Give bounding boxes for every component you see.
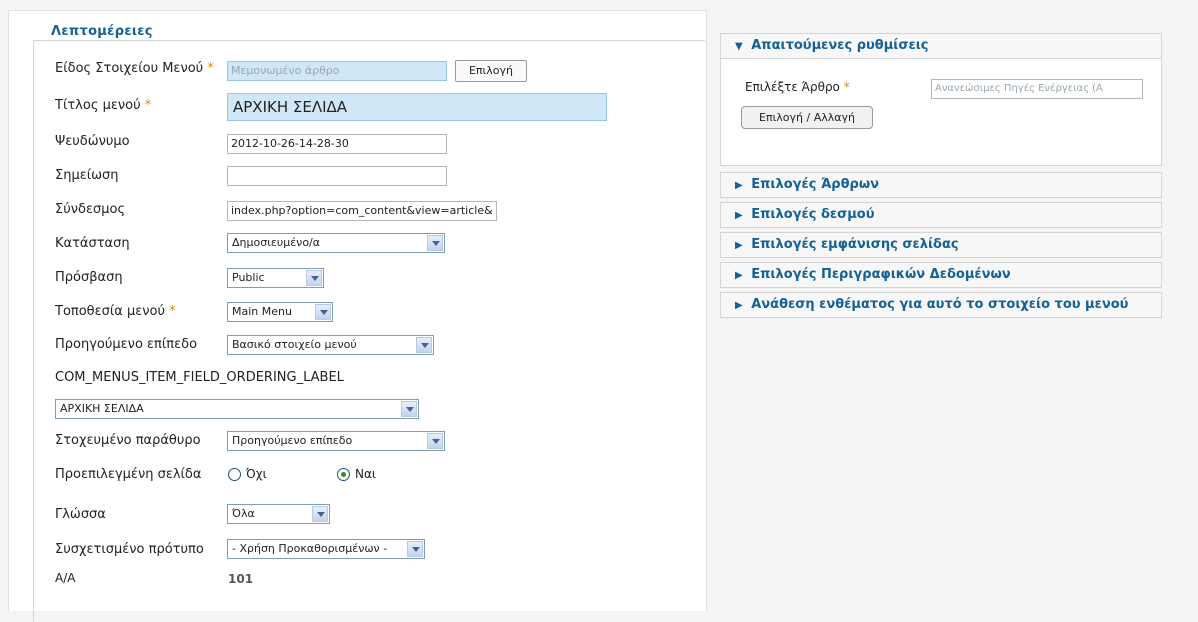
link-input[interactable]: index.php?option=com_content&view=articl… xyxy=(227,201,497,221)
chevron-down-icon[interactable] xyxy=(315,304,331,320)
title-input[interactable]: ΑΡΧΙΚΗ ΣΕΛΙΔΑ xyxy=(227,93,607,121)
menu-type-label: Είδος Στοιχείου Μενού * xyxy=(55,61,214,76)
status-label: Κατάσταση xyxy=(55,236,130,251)
required-settings-panel: ▼ Απαιτούμενες ρυθμίσεις Επιλέξτε Άρθρο … xyxy=(720,33,1162,166)
select-article-label: Επιλέξτε Άρθρο * xyxy=(745,80,850,94)
required-settings-header[interactable]: ▼ Απαιτούμενες ρυθμίσεις xyxy=(721,34,1161,59)
required-star: * xyxy=(169,304,176,319)
panel-title: Ανάθεση ενθέματος για αυτό το στοιχείο τ… xyxy=(751,297,1129,312)
template-select[interactable]: - Χρήση Προκαθορισμένων - xyxy=(227,539,425,559)
alias-label: Ψευδώνυμο xyxy=(55,134,130,149)
access-select[interactable]: Public xyxy=(227,268,324,288)
menu-type-label-text: Είδος Στοιχείου Μενού xyxy=(55,61,204,76)
select-article-label-text: Επιλέξτε Άρθρο xyxy=(745,80,840,94)
template-label: Συσχετισμένο πρότυπο xyxy=(55,542,204,557)
required-settings-title: Απαιτούμενες ρυθμίσεις xyxy=(751,38,929,53)
ordering-select[interactable]: ΑΡΧΙΚΗ ΣΕΛΙΔΑ xyxy=(55,399,419,419)
link-options-panel[interactable]: ▶ Επιλογές δεσμού xyxy=(720,202,1162,228)
triangle-right-icon: ▶ xyxy=(735,210,743,221)
ordering-label: COM_MENUS_ITEM_FIELD_ORDERING_LABEL xyxy=(55,370,344,385)
parent-label: Προηγούμενο επίπεδο xyxy=(55,337,198,352)
target-label: Στοχευμένο παράθυρο xyxy=(55,433,201,448)
menu-location-select[interactable]: Main Menu xyxy=(227,302,333,322)
title-label: Τίτλος μενού * xyxy=(55,98,151,113)
panel-title: Επιλογές Άρθρων xyxy=(751,177,880,192)
language-select-value: Όλα xyxy=(232,507,255,520)
default-no-radio[interactable] xyxy=(228,468,241,481)
link-label: Σύνδεσμος xyxy=(55,202,126,217)
parent-select-value: Βασικό στοιχείο μενού xyxy=(232,338,357,351)
menu-type-field: Μεμονωμένο άρθρο xyxy=(227,61,447,81)
triangle-right-icon: ▶ xyxy=(735,300,743,311)
chevron-down-icon[interactable] xyxy=(401,401,417,417)
access-label: Πρόσβαση xyxy=(55,270,123,285)
target-select-value: Προηγούμενο επίπεδο xyxy=(232,434,353,447)
alias-input[interactable]: 2012-10-26-14-28-30 xyxy=(227,134,447,154)
fieldset-border-left xyxy=(33,40,34,622)
chevron-down-icon[interactable] xyxy=(306,270,322,286)
language-select[interactable]: Όλα xyxy=(227,504,330,524)
metadata-options-panel[interactable]: ▶ Επιλογές Περιγραφικών Δεδομένων xyxy=(720,262,1162,288)
default-yes-label: Ναι xyxy=(355,467,376,481)
triangle-right-icon: ▶ xyxy=(735,240,743,251)
menu-location-label-text: Τοποθεσία μενού xyxy=(55,304,166,319)
page-display-options-panel[interactable]: ▶ Επιλογές εμφάνισης σελίδας xyxy=(720,232,1162,258)
template-select-value: - Χρήση Προκαθορισμένων - xyxy=(232,542,388,555)
select-change-button[interactable]: Επιλογή / Αλλαγή xyxy=(741,106,873,129)
triangle-right-icon: ▶ xyxy=(735,180,743,191)
details-legend: Λεπτομέρειες xyxy=(47,24,157,39)
article-options-panel[interactable]: ▶ Επιλογές Άρθρων xyxy=(720,172,1162,198)
menu-location-label: Τοποθεσία μενού * xyxy=(55,304,176,319)
triangle-down-icon: ▼ xyxy=(735,41,743,52)
note-input[interactable] xyxy=(227,166,447,186)
access-select-value: Public xyxy=(232,271,265,284)
chevron-down-icon[interactable] xyxy=(312,506,328,522)
status-select-value: Δημοσιευμένο/α xyxy=(232,236,321,249)
selected-article-field: Ανανεώσιμες Πηγές Ενέργειας (Α xyxy=(931,79,1143,99)
parent-select[interactable]: Βασικό στοιχείο μενού xyxy=(227,335,434,355)
title-label-text: Τίτλος μενού xyxy=(55,98,141,113)
menu-location-select-value: Main Menu xyxy=(232,305,292,318)
chevron-down-icon[interactable] xyxy=(427,235,443,251)
ordering-select-value: ΑΡΧΙΚΗ ΣΕΛΙΔΑ xyxy=(60,402,144,415)
id-value: 101 xyxy=(228,572,254,586)
chevron-down-icon[interactable] xyxy=(427,433,443,449)
id-label: Α/Α xyxy=(55,571,76,585)
panel-title: Επιλογές δεσμού xyxy=(751,207,875,222)
default-yes-radio[interactable] xyxy=(337,468,350,481)
panel-title: Επιλογές Περιγραφικών Δεδομένων xyxy=(751,267,1011,282)
chevron-down-icon[interactable] xyxy=(416,337,432,353)
target-select[interactable]: Προηγούμενο επίπεδο xyxy=(227,431,445,451)
required-star: * xyxy=(144,98,152,113)
required-star: * xyxy=(207,61,214,76)
status-select[interactable]: Δημοσιευμένο/α xyxy=(227,233,445,253)
fieldset-border xyxy=(33,40,705,41)
note-label: Σημείωση xyxy=(55,168,119,183)
default-page-label: Προεπιλεγμένη σελίδα xyxy=(55,467,202,482)
module-assignment-panel[interactable]: ▶ Ανάθεση ενθέματος για αυτό το στοιχείο… xyxy=(720,292,1162,318)
language-label: Γλώσσα xyxy=(55,507,106,522)
chevron-down-icon[interactable] xyxy=(407,541,423,557)
required-star: * xyxy=(843,80,850,94)
select-menu-type-button[interactable]: Επιλογή xyxy=(455,60,527,82)
triangle-right-icon: ▶ xyxy=(735,270,743,281)
panel-title: Επιλογές εμφάνισης σελίδας xyxy=(751,237,959,252)
default-no-label: Όχι xyxy=(246,467,267,481)
